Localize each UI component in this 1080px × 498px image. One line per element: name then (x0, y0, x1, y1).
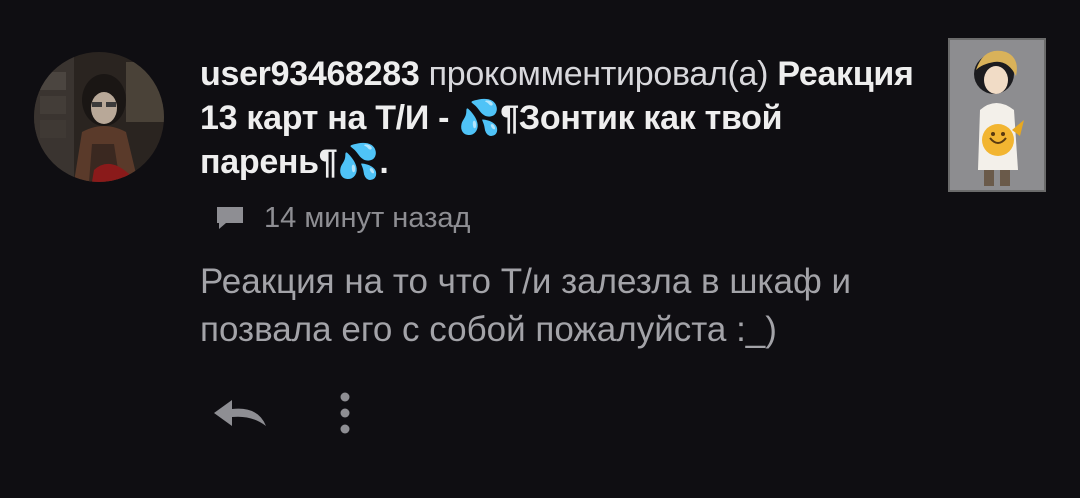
reply-button[interactable] (208, 390, 272, 436)
notification-header: user93468283 прокомментировал(а) Реакция… (200, 52, 920, 184)
timestamp: 14 минут назад (264, 201, 471, 234)
more-options-button[interactable] (330, 388, 360, 438)
comment-text: Реакция на то что Т/и залезла в шкаф и п… (200, 262, 852, 349)
comment-meta: 14 минут назад (214, 200, 470, 236)
more-vertical-icon (340, 392, 350, 434)
username-link[interactable]: user93468283 (200, 55, 420, 93)
story-cover-thumbnail[interactable] (948, 38, 1046, 192)
reply-arrow-icon (214, 400, 266, 426)
story-cover-image (950, 40, 1044, 190)
avatar-image (34, 52, 164, 182)
user-avatar[interactable] (34, 52, 164, 182)
comment-notification[interactable]: user93468283 прокомментировал(а) Реакция… (0, 0, 1080, 498)
action-text: прокомментировал(а) (428, 55, 769, 93)
comment-bubble-icon (217, 207, 243, 229)
comment-actions (208, 388, 360, 438)
